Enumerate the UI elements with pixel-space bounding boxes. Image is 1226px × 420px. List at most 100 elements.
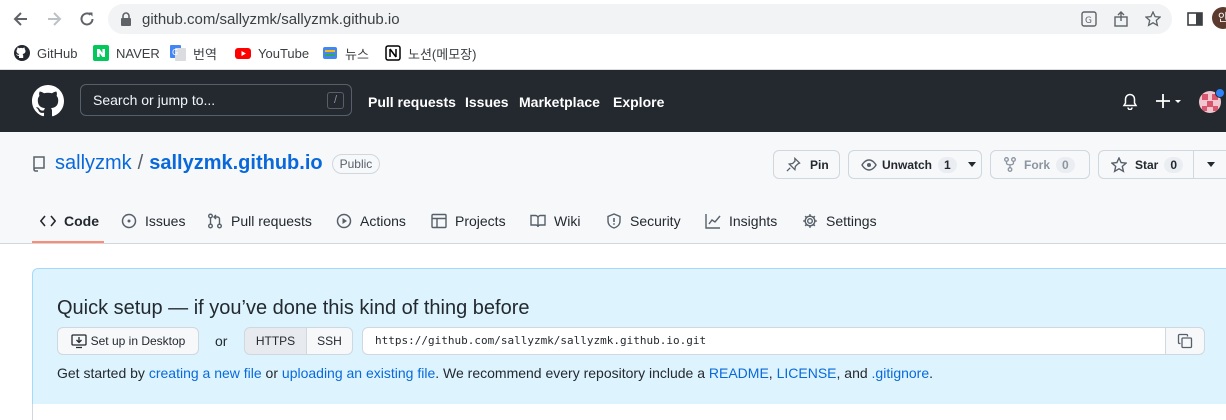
pull-request-icon [207, 213, 223, 229]
side-panel-icon [1187, 12, 1203, 26]
share-icon[interactable] [1112, 11, 1130, 27]
tab-code[interactable]: Code [40, 210, 99, 232]
nav-pull-requests[interactable]: Pull requests [368, 94, 456, 110]
tab-label: Security [630, 213, 681, 229]
address-bar[interactable]: github.com/sallyzmk/sallyzmk.github.io G [108, 4, 1172, 34]
bookmark-label: 뉴스 [345, 46, 369, 62]
search-placeholder: Search or jump to... [93, 92, 216, 108]
upload-file-link[interactable]: uploading an existing file [282, 365, 435, 381]
tab-label: Actions [360, 213, 406, 229]
search-shortcut-key: / [327, 92, 344, 109]
eye-icon [861, 158, 877, 172]
repo-separator: / [137, 152, 144, 174]
back-button[interactable] [10, 8, 32, 30]
create-new-button[interactable] [1156, 93, 1184, 109]
tab-actions[interactable]: Actions [336, 210, 406, 232]
tab-issues[interactable]: Issues [121, 210, 185, 232]
bookmark-notion[interactable]: 노션(메모장) [385, 43, 476, 63]
readme-link[interactable]: README [709, 365, 769, 381]
notifications-bell-icon[interactable] [1122, 93, 1138, 111]
naver-icon [93, 45, 109, 61]
bookmark-label: GitHub [37, 45, 78, 61]
ssh-toggle[interactable]: SSH [306, 327, 353, 355]
comma-text: , [768, 365, 777, 381]
nav-marketplace[interactable]: Marketplace [519, 94, 600, 110]
or-text: or [215, 333, 228, 349]
watch-count: 1 [938, 156, 957, 173]
youtube-icon [235, 45, 251, 61]
create-new-file-link[interactable]: creating a new file [149, 365, 262, 381]
bookmark-youtube[interactable]: YouTube [235, 43, 309, 63]
license-link[interactable]: LICENSE [777, 365, 837, 381]
fork-button[interactable]: Fork 0 [990, 150, 1090, 179]
table-icon [431, 213, 447, 229]
quick-setup-panel: Quick setup — if you’ve done this kind o… [32, 268, 1226, 420]
bookmark-label: 노션(메모장) [408, 46, 477, 62]
play-icon [336, 213, 352, 229]
recommend-text: . We recommend every repository include … [435, 365, 709, 381]
chevron-down-icon [967, 161, 977, 168]
ssh-label: SSH [317, 334, 342, 348]
star-label: Star [1135, 157, 1159, 172]
tab-label: Code [64, 213, 99, 229]
tab-security[interactable]: Security [606, 210, 681, 232]
tab-label: Settings [826, 213, 877, 229]
fork-icon [1004, 157, 1016, 172]
url-text: github.com/sallyzmk/sallyzmk.github.io [142, 11, 400, 28]
forward-button[interactable] [43, 8, 65, 30]
https-toggle[interactable]: HTTPS [244, 327, 307, 355]
repo-header: sallyzmk / sallyzmk.github.io Public Pin… [0, 132, 1226, 244]
star-bookmark-icon[interactable] [1144, 11, 1162, 27]
pin-button[interactable]: Pin [773, 150, 840, 179]
bookmark-github[interactable]: GitHub [14, 43, 77, 63]
fork-label: Fork [1024, 157, 1051, 172]
and-text: , and [836, 365, 872, 381]
text-or: or [261, 365, 282, 381]
tab-wiki[interactable]: Wiki [530, 210, 580, 232]
news-icon [322, 45, 338, 61]
translate-page-icon[interactable]: G [1080, 11, 1098, 27]
svg-text:G: G [172, 48, 178, 57]
github-icon [14, 45, 30, 61]
search-input[interactable]: Search or jump to... / [80, 84, 352, 116]
profile-avatar[interactable]: 안 [1212, 7, 1226, 29]
tab-projects[interactable]: Projects [431, 210, 506, 232]
content-area-below [32, 404, 1226, 420]
setup-desktop-label: Set up in Desktop [90, 334, 186, 348]
tab-settings[interactable]: Settings [802, 210, 877, 232]
lock-icon [120, 12, 132, 31]
tab-label: Projects [455, 213, 506, 229]
issue-icon [121, 213, 137, 229]
tab-insights[interactable]: Insights [705, 210, 777, 232]
reload-button[interactable] [76, 8, 98, 30]
star-count: 0 [1164, 156, 1184, 173]
active-tab-indicator [32, 241, 104, 243]
copy-url-button[interactable] [1165, 327, 1205, 355]
sidebar-toggle-button[interactable] [1184, 8, 1206, 30]
repo-owner-link[interactable]: sallyzmk [55, 152, 132, 175]
desktop-download-icon [70, 333, 87, 349]
unwatch-label: Unwatch [882, 157, 933, 172]
graph-icon [705, 213, 721, 229]
github-header: Search or jump to... / Pull requests Iss… [0, 70, 1226, 132]
star-button[interactable]: Star 0 [1098, 150, 1226, 179]
forward-arrow-icon [48, 12, 62, 26]
bookmark-translate[interactable]: G 번역 [170, 43, 217, 63]
bookmarks-bar: GitHub NAVER G 번역 YouTube 뉴스 노션(메모장) [0, 38, 1226, 70]
nav-explore[interactable]: Explore [613, 94, 664, 110]
github-logo-icon[interactable] [32, 85, 65, 117]
bookmark-naver[interactable]: NAVER [93, 43, 160, 63]
clone-url-input[interactable]: https://github.com/sallyzmk/sallyzmk.git… [362, 327, 1166, 355]
star-dropdown-chevron-icon[interactable] [1193, 150, 1226, 179]
unwatch-button[interactable]: Unwatch 1 [848, 150, 982, 179]
nav-issues[interactable]: Issues [465, 94, 509, 110]
tab-pull-requests[interactable]: Pull requests [207, 210, 312, 232]
repo-name-link[interactable]: sallyzmk.github.io [149, 152, 322, 175]
setup-desktop-button[interactable]: Set up in Desktop [57, 327, 199, 355]
browser-toolbar: github.com/sallyzmk/sallyzmk.github.io G… [0, 0, 1226, 38]
bookmark-label: 번역 [193, 46, 217, 62]
reload-icon [80, 12, 94, 26]
back-arrow-icon [13, 12, 27, 26]
gitignore-link[interactable]: .gitignore [872, 365, 930, 381]
bookmark-news[interactable]: 뉴스 [322, 43, 369, 63]
